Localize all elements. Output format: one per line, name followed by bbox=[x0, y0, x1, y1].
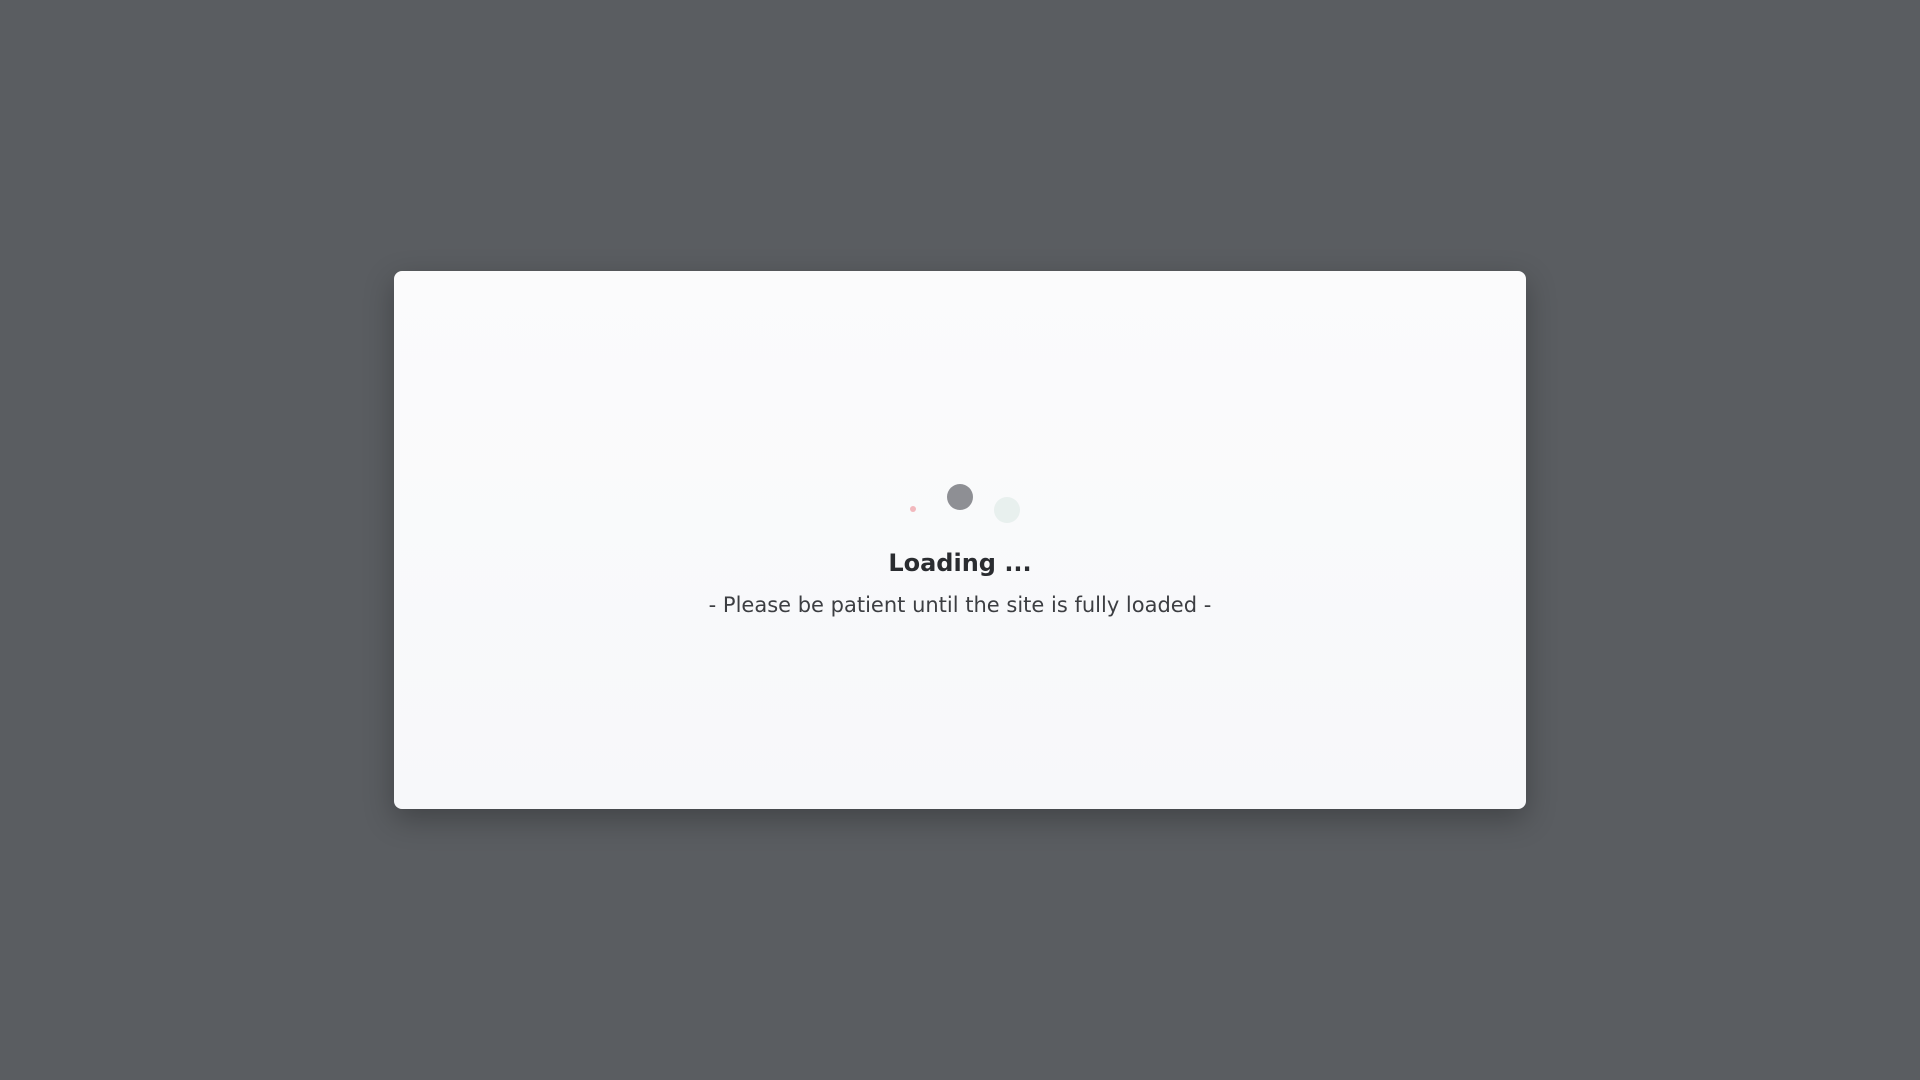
spinner-dot-faint bbox=[994, 497, 1020, 523]
loading-title: Loading ... bbox=[888, 549, 1032, 577]
spinner-dot-small bbox=[910, 506, 916, 512]
spinner-dot-main bbox=[947, 484, 973, 510]
loading-subtitle: - Please be patient until the site is fu… bbox=[708, 593, 1212, 617]
loading-dialog: Loading ... - Please be patient until th… bbox=[394, 271, 1526, 809]
